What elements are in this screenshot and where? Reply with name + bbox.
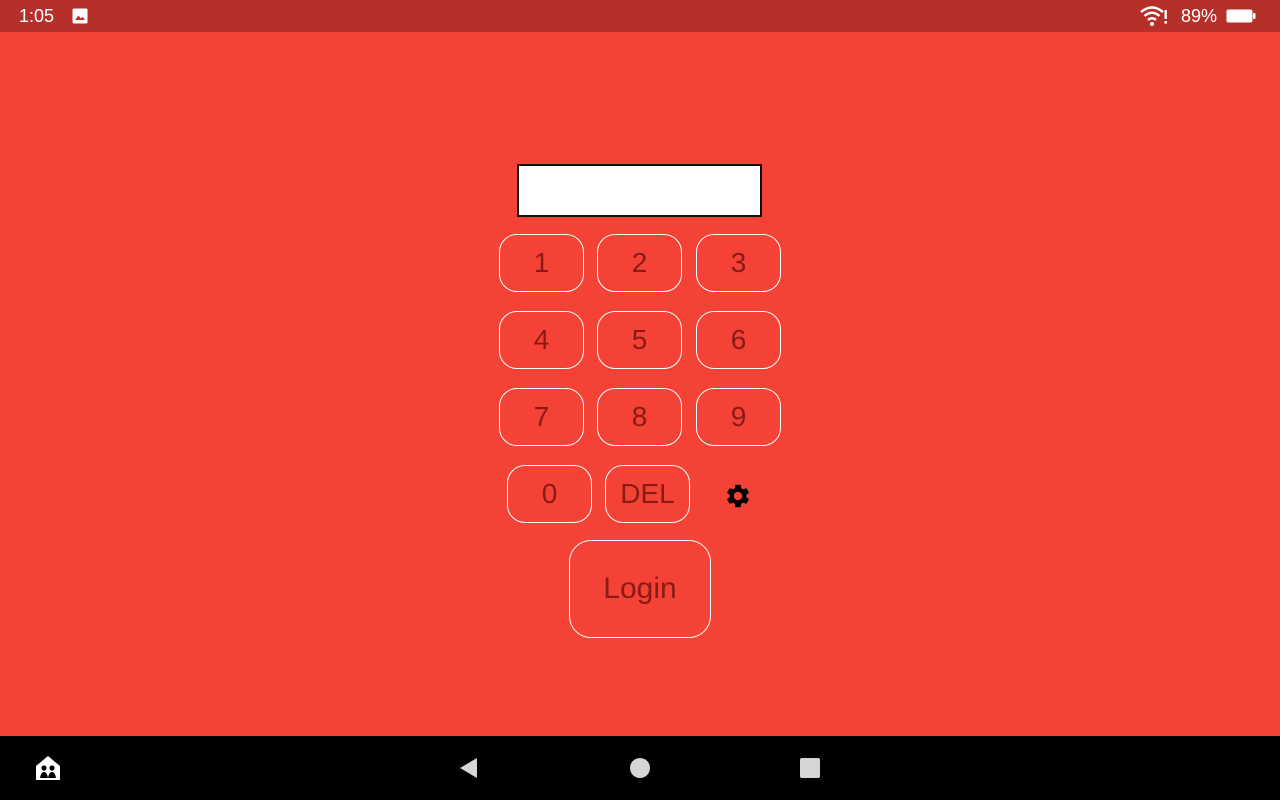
key-5-button[interactable]: 5 bbox=[597, 311, 682, 369]
key-6-button[interactable]: 6 bbox=[696, 311, 781, 369]
key-9-button[interactable]: 9 bbox=[696, 388, 781, 446]
image-notification-icon bbox=[72, 8, 88, 24]
pin-display-field[interactable] bbox=[517, 164, 762, 217]
status-bar: 1:05 89% bbox=[0, 0, 1280, 32]
key-3-button[interactable]: 3 bbox=[696, 234, 781, 292]
navigation-bar bbox=[0, 736, 1280, 800]
status-time: 1:05 bbox=[19, 6, 55, 26]
home-icon[interactable] bbox=[628, 756, 652, 780]
key-8-button[interactable]: 8 bbox=[597, 388, 682, 446]
login-screen: 1 2 3 4 5 6 7 8 9 0 DEL Login bbox=[0, 32, 1280, 736]
battery-icon bbox=[1226, 9, 1256, 23]
delete-button[interactable]: DEL bbox=[605, 465, 690, 523]
key-0-button[interactable]: 0 bbox=[507, 465, 592, 523]
settings-button[interactable] bbox=[720, 478, 756, 514]
gear-icon bbox=[727, 484, 749, 508]
back-icon[interactable] bbox=[457, 756, 481, 780]
key-7-button[interactable]: 7 bbox=[499, 388, 584, 446]
home-app-icon[interactable] bbox=[33, 753, 63, 783]
key-2-button[interactable]: 2 bbox=[597, 234, 682, 292]
key-4-button[interactable]: 4 bbox=[499, 311, 584, 369]
wifi-icon bbox=[1140, 6, 1167, 26]
recents-icon[interactable] bbox=[798, 756, 822, 780]
login-button[interactable]: Login bbox=[569, 540, 711, 638]
battery-percent: 89% bbox=[1181, 6, 1218, 26]
key-1-button[interactable]: 1 bbox=[499, 234, 584, 292]
